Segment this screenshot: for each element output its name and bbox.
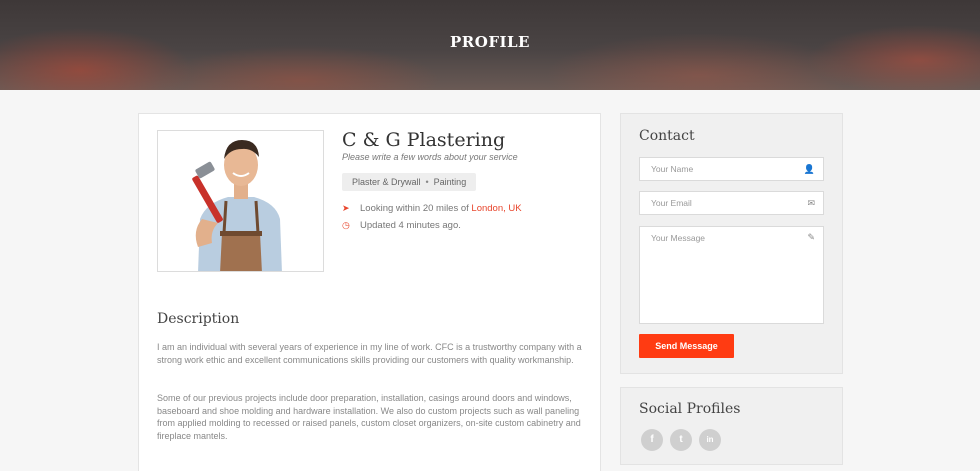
twitter-icon[interactable]: t: [670, 429, 692, 451]
description-paragraph: Some of our previous projects include do…: [157, 393, 581, 441]
send-message-button[interactable]: Send Message: [639, 334, 734, 358]
facebook-icon[interactable]: f: [641, 429, 663, 451]
location-row: ➤ Looking within 20 miles of London, UK: [342, 203, 522, 214]
tag-painting[interactable]: Painting: [434, 177, 467, 187]
social-heading: Social Profiles: [639, 401, 741, 417]
email-field[interactable]: Your Email ✉: [639, 191, 824, 215]
clock-icon: ◷: [342, 220, 350, 230]
contact-heading: Contact: [639, 128, 695, 144]
updated-text: Updated 4 minutes ago.: [360, 220, 461, 231]
hero-banner: PROFILE: [0, 0, 980, 90]
email-placeholder: Your Email: [651, 198, 692, 208]
message-field[interactable]: Your Message ✎: [639, 226, 824, 324]
location-arrow-icon: ➤: [342, 203, 350, 213]
tag-plaster-drywall[interactable]: Plaster & Drywall: [352, 177, 421, 187]
contact-card: Contact Your Name 👤 Your Email ✉ Your Me…: [620, 113, 843, 374]
service-tagline: Please write a few words about your serv…: [342, 152, 518, 162]
profile-photo: [157, 130, 324, 272]
location-text: Looking within 20 miles of: [360, 203, 472, 214]
updated-row: ◷ Updated 4 minutes ago.: [342, 220, 461, 231]
message-placeholder: Your Message: [651, 233, 706, 243]
profile-card: C & G Plastering Please write a few word…: [138, 113, 601, 471]
envelope-icon: ✉: [807, 198, 815, 208]
name-placeholder: Your Name: [651, 164, 694, 174]
business-name: C & G Plastering: [342, 129, 506, 151]
pencil-icon: ✎: [807, 232, 815, 242]
name-field[interactable]: Your Name 👤: [639, 157, 824, 181]
description-heading: Description: [157, 311, 240, 327]
tag-separator: •: [425, 177, 429, 187]
category-tags: Plaster & Drywall • Painting: [342, 173, 477, 191]
page-title: PROFILE: [450, 33, 530, 51]
location-link[interactable]: London, UK: [471, 203, 521, 214]
worker-photo-image: [158, 131, 323, 271]
linkedin-icon[interactable]: in: [699, 429, 721, 451]
user-icon: 👤: [803, 164, 815, 174]
social-profiles-card: Social Profiles f t in: [620, 387, 843, 465]
description-paragraph: I am an individual with several years of…: [157, 342, 582, 365]
